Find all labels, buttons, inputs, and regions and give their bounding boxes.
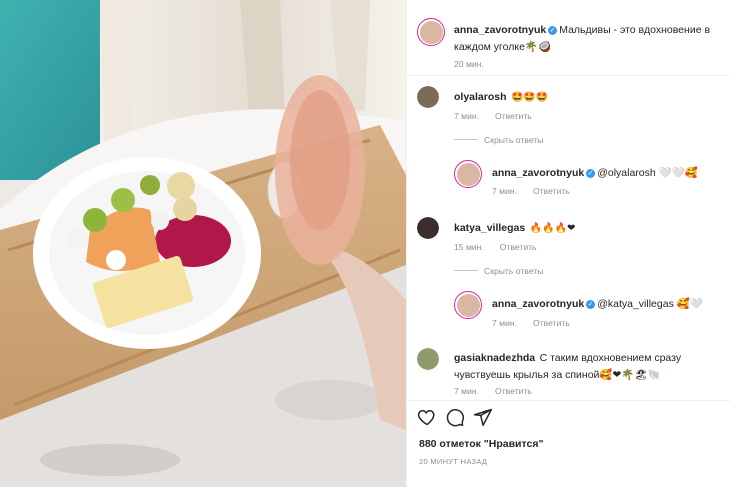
comment-time: 7 мин. xyxy=(454,386,480,396)
hide-replies-button[interactable]: Скрыть ответы xyxy=(454,135,543,145)
post-photo xyxy=(0,0,406,487)
reply-time: 7 мин. xyxy=(492,186,518,196)
comment-username[interactable]: olyalarosh xyxy=(454,91,507,103)
verified-icon: ✓ xyxy=(586,300,596,309)
divider xyxy=(407,400,730,401)
likes-count[interactable]: 880 отметок "Нравится" xyxy=(419,438,543,450)
caption-time: 20 мин. xyxy=(454,59,484,69)
reply-button[interactable]: Ответить xyxy=(500,242,537,252)
comment-text: 🤩🤩🤩 xyxy=(510,92,549,103)
reply-username[interactable]: anna_zavorotnyuk xyxy=(492,298,584,310)
reply-time: 7 мин. xyxy=(492,318,518,328)
commenter-avatar[interactable] xyxy=(417,217,439,239)
comment-1: olyalarosh 🤩🤩🤩 xyxy=(454,87,548,105)
reply-button[interactable]: Ответить xyxy=(495,386,532,396)
post-timestamp: 20 МИНУТ НАЗАД xyxy=(419,457,488,466)
reply-text: @katya_villegas 🥰🤍 xyxy=(597,298,703,310)
heart-icon[interactable] xyxy=(417,407,437,427)
reply-1: anna_zavorotnyuk ✓ @olyalarosh 🤍🤍🥰 xyxy=(492,163,698,181)
commenter-avatar[interactable] xyxy=(417,86,439,108)
comment-2: katya_villegas 🔥🔥🔥❤ xyxy=(454,218,575,236)
comments-panel: anna_zavorotnyuk ✓ Мальдивы - это вдохнове… xyxy=(406,0,730,487)
comment-icon[interactable] xyxy=(445,407,465,427)
reply-text: @olyalarosh 🤍🤍🥰 xyxy=(597,167,698,179)
verified-icon: ✓ xyxy=(548,26,558,35)
comment-time: 7 мин. xyxy=(454,111,480,121)
share-icon[interactable] xyxy=(473,407,493,427)
caption-username[interactable]: anna_zavorotnyuk xyxy=(454,24,546,36)
author-avatar[interactable] xyxy=(454,291,482,319)
verified-icon: ✓ xyxy=(586,169,596,178)
hide-replies-button[interactable]: Скрыть ответы xyxy=(454,266,543,276)
reply-button[interactable]: Ответить xyxy=(495,111,532,121)
author-avatar[interactable] xyxy=(454,160,482,188)
post-caption: anna_zavorotnyuk ✓ Мальдивы - это вдохнове… xyxy=(407,0,730,76)
reply-2: anna_zavorotnyuk ✓ @katya_villegas 🥰🤍 xyxy=(492,294,703,312)
commenter-avatar[interactable] xyxy=(417,348,439,370)
reply-button[interactable]: Ответить xyxy=(533,186,570,196)
author-avatar[interactable] xyxy=(417,18,445,46)
comment-3: gasiaknadezhda С таким вдохновением сраз… xyxy=(454,349,724,383)
comment-username[interactable]: gasiaknadezhda xyxy=(454,352,535,364)
comment-time: 15 мин. xyxy=(454,242,484,252)
reply-username[interactable]: anna_zavorotnyuk xyxy=(492,167,584,179)
comment-username[interactable]: katya_villegas xyxy=(454,222,525,234)
comment-text: 🔥🔥🔥❤ xyxy=(529,223,576,234)
reply-button[interactable]: Ответить xyxy=(533,318,570,328)
